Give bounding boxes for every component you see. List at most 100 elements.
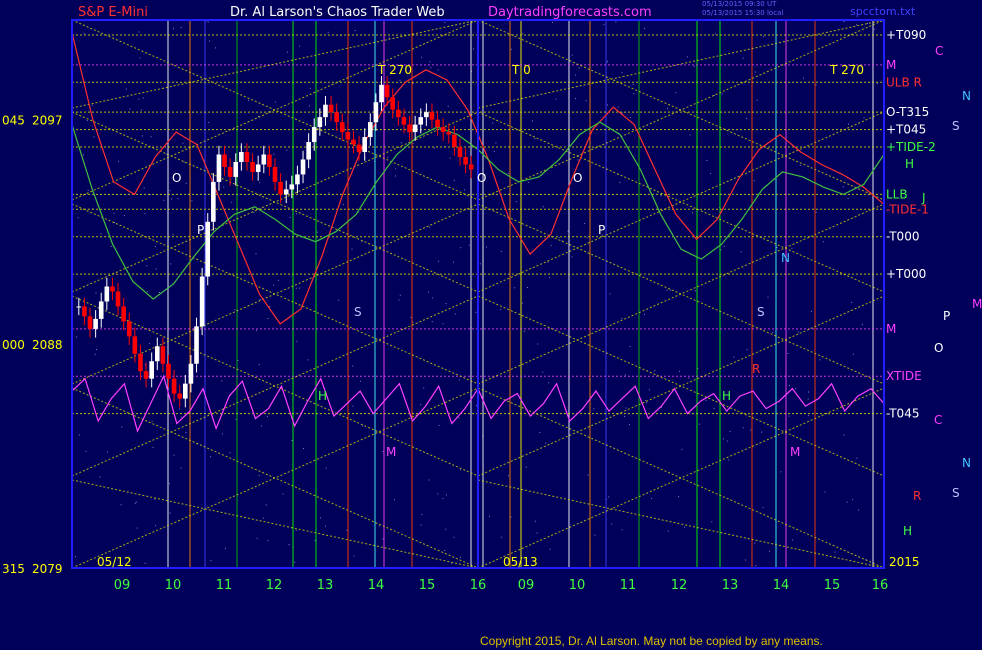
planet-label: R — [913, 489, 921, 503]
star-dot — [273, 284, 275, 286]
star-dot — [295, 287, 297, 289]
x-tick-label: 16 — [470, 578, 487, 593]
star-dot — [621, 317, 623, 319]
star-dot — [644, 28, 646, 29]
star-dot — [760, 431, 762, 433]
star-dot — [810, 311, 812, 313]
planet-label: J — [921, 191, 926, 205]
star-dot — [607, 104, 608, 106]
star-dot — [624, 415, 625, 417]
star-dot — [755, 565, 757, 567]
star-dot — [147, 291, 149, 293]
star-dot — [772, 332, 774, 334]
price-bar — [160, 346, 166, 364]
star-dot — [235, 419, 237, 420]
level-label: LLB — [886, 187, 908, 201]
star-dot — [169, 512, 171, 514]
price-bar — [440, 127, 446, 133]
y-angle-label: 045 — [2, 114, 25, 128]
star-dot — [453, 180, 455, 182]
star-dot — [827, 145, 829, 147]
star-dot — [382, 451, 384, 452]
level-label: M — [886, 58, 896, 72]
level-label: M — [886, 322, 896, 336]
star-dot — [615, 21, 617, 23]
price-bar — [132, 336, 138, 354]
price-bar — [183, 383, 188, 399]
x-tick-label: 13 — [722, 578, 739, 593]
star-dot — [77, 217, 79, 219]
chart-marker-label: S — [757, 305, 765, 319]
star-dot — [296, 213, 298, 215]
star-dot — [460, 469, 461, 471]
star-dot — [666, 289, 668, 291]
chart-marker-label: M — [386, 445, 396, 459]
price-bar — [272, 166, 278, 182]
star-dot — [795, 388, 797, 390]
chart-marker-label: H — [722, 389, 731, 403]
star-dot — [632, 83, 634, 85]
star-dot — [476, 405, 478, 407]
star-dot — [789, 384, 790, 386]
price-bar — [255, 164, 261, 172]
star-dot — [99, 476, 101, 478]
star-dot — [733, 356, 735, 358]
star-dot — [847, 198, 849, 200]
star-dot — [85, 450, 87, 452]
price-bar — [239, 152, 244, 162]
star-dot — [510, 516, 512, 518]
star-dot — [464, 189, 466, 191]
price-bar — [418, 117, 424, 125]
star-dot — [395, 168, 397, 170]
price-bar — [98, 301, 104, 319]
site-link[interactable]: Daytradingforecasts.com — [488, 5, 652, 20]
star-dot — [684, 526, 686, 528]
planet-label: M — [972, 297, 982, 311]
level-label: -T000 — [886, 230, 919, 244]
x-tick-label: 16 — [872, 578, 889, 593]
planet-label: S — [952, 119, 960, 133]
star-dot — [96, 349, 97, 350]
star-dot — [628, 424, 630, 425]
planet-label: C — [934, 413, 942, 427]
star-dot — [558, 236, 560, 238]
star-dot — [713, 94, 715, 96]
star-dot — [803, 77, 804, 79]
star-dot — [863, 117, 865, 119]
star-dot — [723, 245, 725, 247]
star-dot — [259, 182, 260, 184]
year-label: 2015 — [889, 555, 920, 569]
star-dot — [93, 136, 95, 138]
star-dot — [183, 161, 185, 163]
star-dot — [744, 559, 746, 561]
star-dot — [842, 186, 844, 188]
star-dot — [522, 33, 524, 35]
star-dot — [135, 501, 137, 503]
star-dot — [756, 99, 758, 101]
star-dot — [273, 153, 275, 155]
price-bar — [222, 154, 227, 167]
price-bar — [261, 154, 267, 165]
star-dot — [388, 37, 390, 39]
star-dot — [686, 56, 688, 58]
y-angle-label: 315 — [2, 562, 25, 576]
star-dot — [325, 525, 326, 527]
star-dot — [678, 370, 680, 372]
price-bar — [317, 117, 323, 128]
price-bar — [390, 97, 396, 110]
star-dot — [173, 28, 174, 30]
price-bar — [407, 124, 412, 133]
star-dot — [170, 263, 172, 265]
chart-marker-label: O — [477, 171, 486, 185]
star-dot — [299, 287, 300, 289]
star-dot — [594, 534, 596, 536]
star-dot — [843, 21, 845, 22]
star-dot — [342, 203, 344, 205]
price-bar — [267, 154, 272, 167]
star-dot — [209, 40, 210, 42]
star-dot — [124, 214, 125, 216]
star-dot — [138, 31, 140, 33]
star-dot — [294, 561, 296, 563]
star-dot — [155, 524, 157, 526]
price-bar — [356, 144, 362, 153]
